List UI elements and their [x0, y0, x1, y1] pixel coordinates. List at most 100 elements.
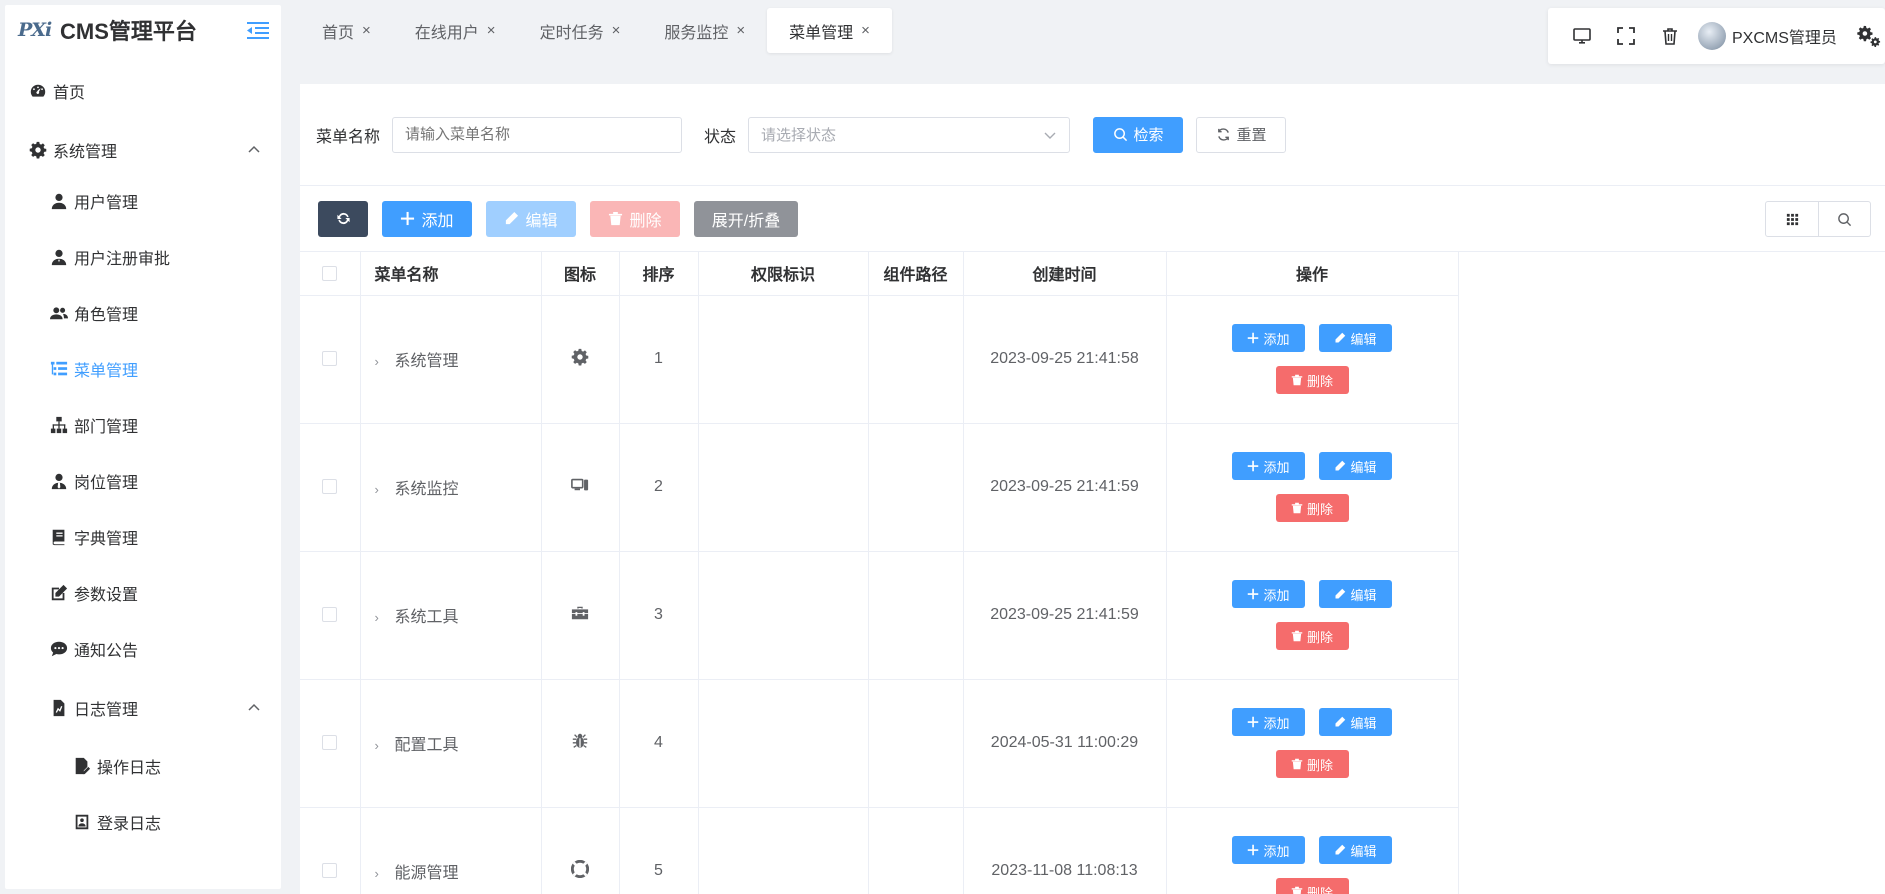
sync-icon [336, 212, 350, 225]
table-row[interactable]: › 能源管理 5 2023-11-08 11:08:13 添加 编辑 删除 [300, 807, 1459, 894]
search-button[interactable]: 检索 [1093, 116, 1184, 153]
logo[interactable]: PXi CMS管理平台 [5, 5, 281, 55]
path-cell [868, 423, 964, 552]
select-cell [300, 679, 361, 808]
row-checkbox[interactable] [322, 863, 338, 879]
row-edit-button[interactable]: 编辑 [1319, 836, 1392, 864]
perm-cell [698, 679, 869, 808]
row-edit-button[interactable]: 编辑 [1319, 452, 1392, 480]
columns-toggle-button[interactable] [1766, 202, 1818, 236]
perm-cell [698, 423, 869, 552]
expand-arrow-icon[interactable]: › [375, 866, 389, 881]
table-row[interactable]: › 系统工具 3 2023-09-25 21:41:59 添加 编辑 删除 [300, 551, 1459, 680]
sidebar-item-system[interactable]: 系统管理 [5, 130, 281, 169]
delete-button[interactable]: 删除 [590, 200, 680, 237]
sidebar-item-login-log[interactable]: 登录日志 [5, 794, 281, 850]
sidebar-item-label: 字典管理 [74, 531, 139, 548]
perm-cell [698, 551, 869, 680]
column-header: 权限标识 [698, 252, 869, 296]
tab-online-users[interactable]: 在线用户 × [393, 8, 518, 53]
menu-name-input[interactable] [392, 116, 683, 153]
row-checkbox[interactable] [322, 735, 338, 751]
table-row[interactable]: › 配置工具 4 2024-05-31 11:00:29 添加 编辑 删除 [300, 679, 1459, 808]
sidebar-item-params[interactable]: 参数设置 [5, 565, 281, 621]
status-label: 状态 [704, 128, 737, 146]
plus-icon [401, 211, 415, 226]
expand-arrow-icon[interactable]: › [375, 738, 389, 753]
tab-menu-management[interactable]: 菜单管理 × [767, 8, 892, 53]
expand-arrow-icon[interactable]: › [375, 610, 389, 625]
tab-home[interactable]: 首页 × [300, 8, 393, 53]
refresh-button[interactable] [318, 200, 368, 237]
fullscreen-icon[interactable] [1604, 16, 1648, 56]
tab-server-monitor[interactable]: 服务监控 × [642, 8, 767, 53]
close-icon[interactable]: × [362, 22, 371, 39]
close-icon[interactable]: × [487, 22, 496, 39]
edit-button[interactable]: 编辑 [486, 200, 576, 237]
icon-cell [541, 679, 620, 808]
row-delete-button[interactable]: 删除 [1275, 878, 1349, 894]
trash-icon [609, 211, 623, 226]
row-add-label: 添加 [1263, 331, 1290, 347]
sidebar-item-roles[interactable]: 角色管理 [5, 285, 281, 341]
sidebar-item-departments[interactable]: 部门管理 [5, 397, 281, 453]
row-edit-button[interactable]: 编辑 [1319, 580, 1392, 608]
row-delete-button[interactable]: 删除 [1275, 750, 1349, 778]
row-edit-button[interactable]: 编辑 [1319, 324, 1392, 352]
close-icon[interactable]: × [612, 22, 621, 39]
status-placeholder: 请选择状态 [761, 127, 837, 144]
sidebar-item-label: 用户注册审批 [74, 251, 171, 268]
sidebar-collapse-icon[interactable] [247, 20, 269, 40]
expand-collapse-button[interactable]: 展开/折叠 [694, 200, 798, 237]
table-row[interactable]: › 系统管理 1 2023-09-25 21:41:58 添加 编辑 删除 [300, 295, 1459, 424]
row-add-button[interactable]: 添加 [1232, 324, 1305, 352]
expand-collapse-label: 展开/折叠 [711, 212, 781, 230]
search-form: 菜单名称 状态 请选择状态 检索 重置 [300, 84, 1885, 186]
row-checkbox[interactable] [322, 607, 338, 623]
row-add-button[interactable]: 添加 [1232, 452, 1305, 480]
row-add-button[interactable]: 添加 [1232, 836, 1305, 864]
trash-icon[interactable] [1648, 16, 1692, 56]
row-delete-button[interactable]: 删除 [1275, 494, 1349, 522]
app-title: CMS管理平台 [60, 19, 197, 44]
row-checkbox[interactable] [322, 479, 338, 495]
sidebar-item-users[interactable]: 用户管理 [5, 173, 281, 229]
row-edit-button[interactable]: 编辑 [1319, 708, 1392, 736]
tab-scheduled-jobs[interactable]: 定时任务 × [518, 8, 643, 53]
expand-arrow-icon[interactable]: › [375, 482, 389, 497]
row-add-button[interactable]: 添加 [1232, 708, 1305, 736]
sidebar-item-logs[interactable]: 日志管理 [5, 677, 281, 738]
users-icon [49, 303, 69, 323]
sidebar-item-posts[interactable]: 岗位管理 [5, 453, 281, 509]
menu-name-cell: › 系统管理 [360, 295, 542, 424]
reset-button[interactable]: 重置 [1196, 116, 1287, 153]
status-select[interactable]: 请选择状态 [748, 116, 1071, 153]
desktop-icon[interactable] [1560, 16, 1604, 56]
add-button[interactable]: 添加 [382, 200, 472, 237]
menu-name: 系统监控 [394, 481, 459, 498]
sidebar-item-oper-log[interactable]: 操作日志 [5, 738, 281, 794]
sidebar-item-home[interactable]: 首页 [5, 71, 281, 110]
close-icon[interactable]: × [736, 22, 745, 39]
expand-arrow-icon[interactable]: › [375, 354, 389, 369]
select-cell [300, 423, 361, 552]
row-delete-button[interactable]: 删除 [1275, 622, 1349, 650]
select-all-checkbox[interactable] [322, 265, 338, 281]
settings-gears-icon[interactable] [1857, 24, 1881, 48]
row-checkbox[interactable] [322, 351, 338, 367]
close-icon[interactable]: × [861, 22, 870, 39]
avatar[interactable] [1698, 22, 1726, 50]
row-delete-button[interactable]: 删除 [1275, 366, 1349, 394]
sidebar-item-notices[interactable]: 通知公告 [5, 621, 281, 677]
user-icon [49, 191, 69, 211]
row-add-button[interactable]: 添加 [1232, 580, 1305, 608]
sidebar-item-user-approval[interactable]: 用户注册审批 [5, 229, 281, 285]
book-icon [49, 527, 69, 547]
username[interactable]: PXCMS管理员 [1732, 24, 1837, 48]
sidebar-item-dict[interactable]: 字典管理 [5, 509, 281, 565]
reset-button-label: 重置 [1236, 127, 1267, 144]
sidebar-item-menus[interactable]: 菜单管理 [5, 341, 281, 397]
path-cell [868, 295, 964, 424]
table-row[interactable]: › 系统监控 2 2023-09-25 21:41:59 添加 编辑 删除 [300, 423, 1459, 552]
search-toggle-button[interactable] [1818, 202, 1870, 236]
